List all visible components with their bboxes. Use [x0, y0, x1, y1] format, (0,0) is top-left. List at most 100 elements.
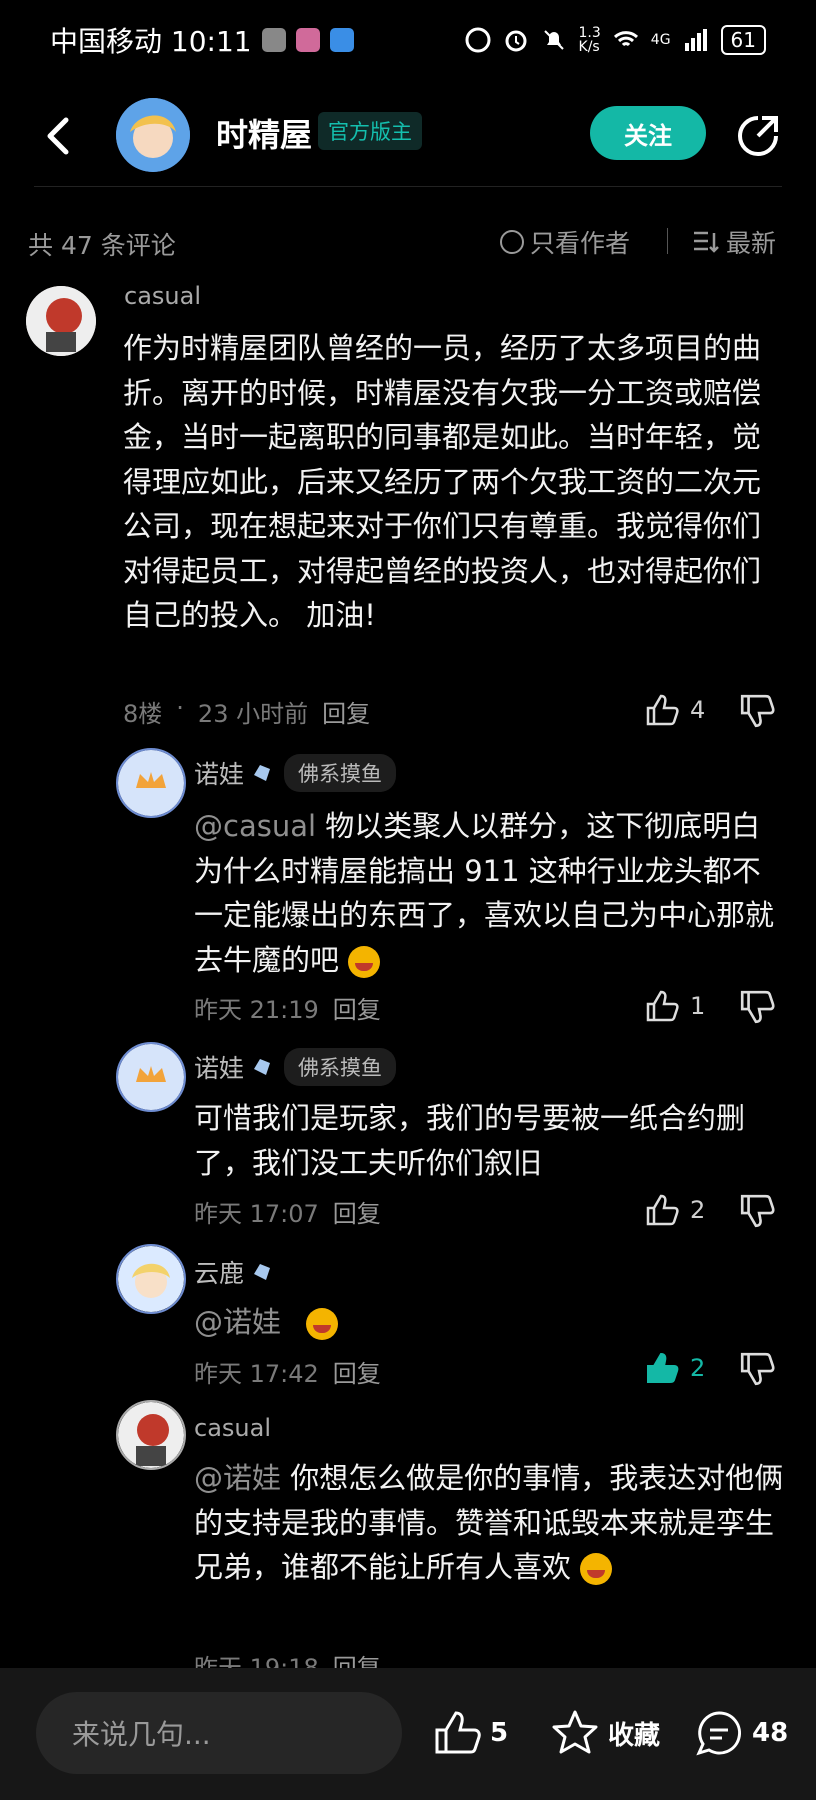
- sort-icon: [694, 231, 719, 253]
- user-tag: 佛系摸鱼: [284, 1048, 397, 1086]
- reply-author[interactable]: casual: [194, 1414, 271, 1442]
- radio-circle-icon: [500, 230, 524, 254]
- reply-author[interactable]: 云鹿: [194, 1254, 244, 1290]
- official-badge: 官方版主: [318, 112, 422, 150]
- reply-text: 你想怎么做是你的事情，我表达对他俩的支持是我的事情。赞誉和诋毁本来就是孪生兄弟，…: [194, 1461, 784, 1584]
- thumbs-down-icon[interactable]: [738, 988, 776, 1026]
- reply-text-block: @诺娃 你想怎么做是你的事情，我表达对他俩的支持是我的事情。赞誉和诋毁本来就是孪…: [194, 1456, 784, 1590]
- user-level-icon: [254, 1264, 271, 1280]
- alarm-icon: [505, 30, 527, 52]
- crown-avatar-icon: [118, 1044, 184, 1110]
- like-count: 1: [690, 992, 706, 1020]
- author-name[interactable]: 时精屋: [216, 110, 312, 156]
- mention-link[interactable]: @casual: [194, 809, 316, 843]
- thumbs-down-icon[interactable]: [738, 1192, 776, 1230]
- user-level-icon: [254, 765, 271, 781]
- avatar-illustration: [116, 98, 190, 172]
- comment-text: 作为时精屋团队曾经的一员，经历了太多项目的曲折。离开的时候，时精屋没有欠我一分工…: [123, 331, 762, 632]
- reply-avatar[interactable]: [116, 1042, 186, 1112]
- comments-button[interactable]: 48: [694, 1708, 788, 1758]
- like-button[interactable]: 2: [644, 1192, 705, 1228]
- like-count: 4: [690, 696, 706, 724]
- status-bar: 中国移动 10:11 1.3 K/s 4G 61: [0, 0, 816, 80]
- reply-button[interactable]: 回复: [333, 990, 381, 1025]
- signal-label: 4G: [650, 32, 671, 48]
- reply-button[interactable]: 回复: [322, 694, 370, 729]
- post-like-count: 5: [490, 1718, 509, 1748]
- comment-filter-bar: 共 47 条评论 只看作者 最新: [0, 220, 816, 264]
- wifi-icon: [613, 31, 638, 47]
- post-like-button[interactable]: 5: [432, 1708, 508, 1758]
- collect-button[interactable]: 收藏: [550, 1708, 660, 1758]
- filter-separator: [667, 228, 668, 254]
- like-count: 2: [690, 1196, 706, 1224]
- battery-indicator: 61: [720, 25, 766, 55]
- comment-input[interactable]: 来说几句...: [36, 1692, 402, 1774]
- reply-author[interactable]: 诺娃: [194, 1049, 244, 1085]
- thumbs-up-icon: [646, 1194, 679, 1226]
- reply-button[interactable]: 回复: [333, 1194, 381, 1229]
- app-notification-icon: [295, 28, 320, 52]
- like-button-active[interactable]: 2: [644, 1350, 705, 1386]
- reply-time: 昨天 17:07: [194, 1200, 319, 1228]
- mention-link[interactable]: @诺娃: [194, 1305, 281, 1339]
- thumbs-down-icon[interactable]: [738, 1350, 776, 1388]
- thumbs-up-filled-icon: [647, 1352, 679, 1383]
- thumbs-up-icon: [435, 1711, 481, 1754]
- reply-userline: 诺娃 佛系摸鱼: [194, 1048, 397, 1086]
- reply-userline: 云鹿: [194, 1254, 274, 1290]
- grinning-emoji: [306, 1308, 339, 1340]
- user-tag: 佛系摸鱼: [284, 754, 397, 792]
- reply-avatar[interactable]: [116, 1244, 186, 1314]
- reply-text: 可惜我们是玩家，我们的号要被一纸合约删了，我们没工夫听你们叙旧: [194, 1101, 746, 1180]
- comments-count: 48: [752, 1718, 789, 1748]
- mention-link[interactable]: @诺娃: [194, 1461, 281, 1495]
- share-icon[interactable]: [736, 114, 780, 158]
- like-button[interactable]: 1: [644, 988, 705, 1024]
- reply-meta: 昨天 17:07 回复: [194, 1194, 381, 1229]
- header: 时精屋 官方版主 关注: [0, 90, 816, 180]
- reply-userline: 诺娃 佛系摸鱼: [194, 754, 397, 792]
- reply-author[interactable]: 诺娃: [194, 755, 244, 791]
- only-author-label: 只看作者: [530, 229, 631, 258]
- follow-button[interactable]: 关注: [590, 106, 706, 160]
- app-notification-icon: [329, 28, 354, 52]
- like-button[interactable]: 4: [644, 692, 705, 728]
- author-avatar[interactable]: [116, 98, 190, 172]
- comment-count: 共 47 条评论: [28, 231, 176, 260]
- user-level-icon: [254, 1059, 271, 1075]
- reply-avatar[interactable]: [116, 748, 186, 818]
- reply-time: 昨天 17:42: [194, 1360, 319, 1388]
- header-divider: [34, 186, 782, 187]
- comment-floor: 8楼: [123, 700, 163, 728]
- bottom-action-bar: 来说几句... 5 收藏 48: [0, 1668, 816, 1800]
- nfc-icon: [465, 27, 491, 53]
- like-count: 2: [690, 1354, 706, 1382]
- reply-button[interactable]: 回复: [333, 1354, 381, 1389]
- comment-meta: 8楼 · 23 小时前 回复: [123, 694, 370, 729]
- comment-time: 23 小时前: [197, 700, 309, 728]
- only-author-toggle[interactable]: 只看作者: [500, 224, 630, 260]
- grinning-emoji: [580, 1553, 613, 1585]
- back-icon[interactable]: [40, 114, 80, 158]
- sort-label: 最新: [726, 229, 777, 258]
- comment-author[interactable]: casual: [124, 282, 201, 310]
- meta-dot: ·: [176, 694, 184, 722]
- reply-avatar[interactable]: [116, 1400, 186, 1470]
- reply-meta: 昨天 21:19 回复: [194, 990, 381, 1025]
- comment-avatar[interactable]: [26, 286, 96, 356]
- status-left: 中国移动 10:11: [50, 20, 354, 60]
- signal-icon: [684, 29, 707, 51]
- thumbs-up-icon: [646, 694, 679, 726]
- app-notification-icon: [261, 28, 286, 52]
- thumbs-down-icon[interactable]: [738, 692, 776, 730]
- reply-meta: 昨天 17:42 回复: [194, 1354, 381, 1389]
- net-speed: 1.3 K/s: [578, 25, 601, 55]
- crown-avatar-icon: [118, 750, 184, 816]
- reply-text-block: @诺娃: [194, 1300, 784, 1345]
- thumbs-up-icon: [646, 990, 679, 1022]
- sort-latest-button[interactable]: 最新: [692, 224, 776, 260]
- reply-time: 昨天 21:19: [194, 996, 319, 1024]
- star-icon: [552, 1710, 598, 1754]
- mute-icon: [543, 30, 564, 50]
